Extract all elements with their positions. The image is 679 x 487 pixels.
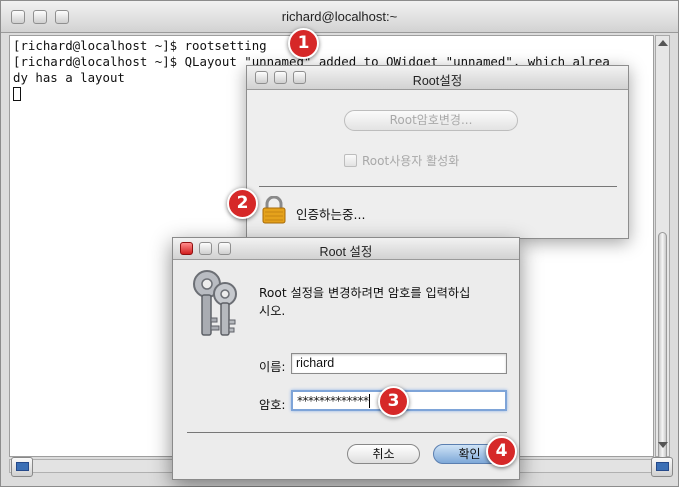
auth-prompt: Root 설정을 변경하려면 암호를 입력하십 시오. <box>259 284 509 320</box>
auth-dialog-titlebar[interactable]: Root 설정 <box>173 238 519 260</box>
root-settings-window: Root설정 Root암호변경... Root사용자 활성화 인증하는중... <box>246 65 629 239</box>
root-settings-titlebar[interactable]: Root설정 <box>247 66 628 90</box>
step-marker-2: 2 <box>227 188 258 219</box>
step-marker-4: 4 <box>486 436 517 467</box>
auth-dialog: Root 설정 Root 설정을 변경하려면 암호를 입력하십 시오. 이름: … <box>172 237 520 480</box>
step-marker-1: 1 <box>288 28 319 59</box>
auth-status-text: 인증하는중... <box>296 207 366 222</box>
keys-icon <box>193 270 237 336</box>
auth-prompt-line: 시오. <box>259 304 286 318</box>
enable-root-checkbox-row[interactable]: Root사용자 활성화 <box>344 152 459 169</box>
name-field-value: richard <box>296 356 335 370</box>
cancel-button[interactable]: 취소 <box>347 444 420 464</box>
divider <box>259 186 617 187</box>
scrollbar-thumb[interactable] <box>658 232 667 460</box>
scroll-down-icon[interactable] <box>658 442 668 448</box>
text-cursor <box>13 87 21 101</box>
new-session-icon[interactable] <box>651 457 673 477</box>
auth-prompt-line: Root 설정을 변경하려면 암호를 입력하십 <box>259 286 471 300</box>
window-title: Root 설정 <box>319 245 373 259</box>
window-title: richard@localhost:~ <box>281 9 398 24</box>
password-field-value: ************* <box>297 394 369 408</box>
name-label: 이름: <box>259 360 286 374</box>
terminal-line: dy has a layout <box>13 70 125 85</box>
terminal-line: [richard@localhost ~]$ rootsetting <box>13 38 267 53</box>
scroll-up-icon[interactable] <box>658 40 668 46</box>
vertical-scrollbar[interactable] <box>655 35 670 460</box>
step-marker-3: 3 <box>378 386 409 417</box>
lock-icon[interactable] <box>261 196 287 224</box>
divider <box>187 432 507 433</box>
terminal-titlebar[interactable]: richard@localhost:~ <box>1 1 678 33</box>
konsole-tab-icon[interactable] <box>11 457 33 477</box>
text-caret <box>368 394 370 408</box>
enable-root-checkbox[interactable] <box>344 154 357 167</box>
name-field[interactable]: richard <box>291 353 507 374</box>
change-root-password-button[interactable]: Root암호변경... <box>344 110 518 131</box>
window-title: Root설정 <box>412 74 463 88</box>
enable-root-label: Root사용자 활성화 <box>362 154 460 168</box>
password-label: 암호: <box>259 398 286 412</box>
